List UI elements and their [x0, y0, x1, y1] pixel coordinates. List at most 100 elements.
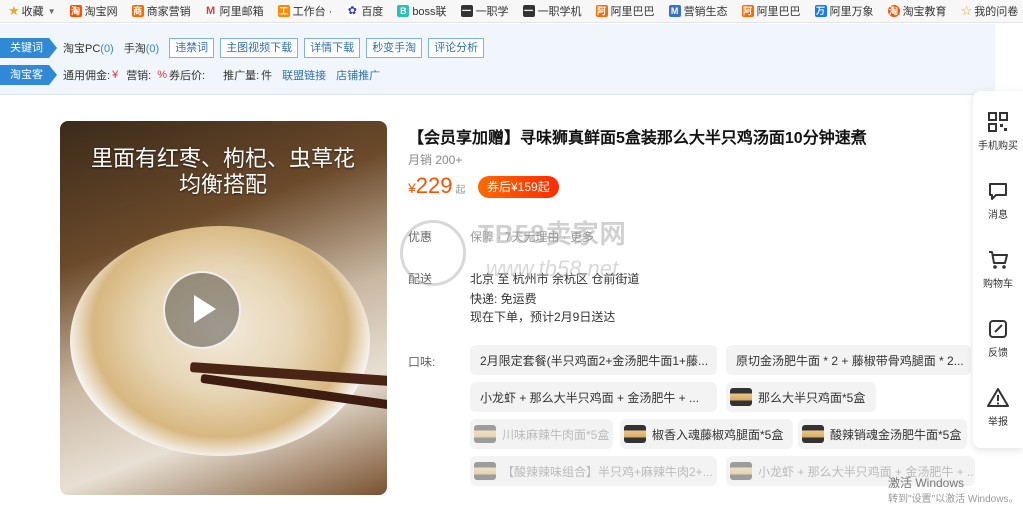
monthly-sales: 月销 200+ — [408, 153, 463, 167]
commission-label: 通用佣金: — [63, 70, 111, 82]
bookmark-label: 阿里万象 — [829, 6, 874, 18]
delivery-eta: 现在下单，预计2月9日送达 — [470, 310, 616, 324]
flavor-option[interactable]: 小龙虾 + 那么大半只鸡面 + 金汤肥牛 + ... — [470, 382, 717, 412]
bookmark-ali-mail[interactable]: M 阿里邮箱 — [204, 3, 264, 19]
sidebar-feedback[interactable]: 反馈 — [973, 318, 1023, 359]
sidebar-label: 消息 — [988, 210, 1008, 221]
flavor-option[interactable]: 椒香入魂藤椒鸡腿面*5盒 — [620, 419, 793, 449]
bookmark-my-survey[interactable]: ☆ 我的问卷 — [961, 3, 1019, 19]
bookmark-alibaba-2[interactable]: 阿阿里巴巴 — [741, 3, 801, 19]
play-button[interactable] — [163, 271, 241, 349]
flavor-option[interactable]: 原切金汤肥牛面 * 2 + 藤椒带骨鸡腿面 * 2... — [726, 345, 971, 375]
benefit-text[interactable]: 保障 · 7天无理由 · 更多 — [470, 228, 594, 245]
product-video[interactable]: 里面有红枣、枸杞、虫草花 均衡搭配 — [60, 121, 387, 495]
chevron-down-icon[interactable]: ▼ — [48, 7, 56, 16]
bookmark-yizhixue-2[interactable]: 一一职学机 — [522, 3, 582, 19]
sidebar-label: 手机购买 — [978, 141, 1018, 152]
seller-plugin-panel: 关键词 淘宝PC(0) 手淘(0) 违禁词 主图视频下载 详情下载 秒变手淘 评… — [0, 24, 995, 95]
flavor-option[interactable]: 2月限定套餐(半只鸡面2+金汤肥牛面1+藤... — [470, 345, 717, 375]
cart-icon — [989, 251, 1008, 269]
yizhixue-icon: 一 — [460, 5, 473, 17]
alliance-link[interactable]: 联盟链接 — [282, 67, 326, 83]
shoutao-link[interactable]: 手淘(0) — [124, 40, 159, 56]
video-caption: 里面有红枣、枸杞、虫草花 均衡搭配 — [90, 147, 355, 198]
bookmark-label: 阿里邮箱 — [219, 6, 264, 18]
taoke-tag: 淘宝客 — [0, 65, 57, 85]
shop-promotion-link[interactable]: 店铺推广 — [336, 67, 380, 83]
shipping-route[interactable]: 北京 至 杭州市 余杭区 仓前街道 — [470, 270, 639, 287]
bookmark-yizhixue[interactable]: 一一职学 — [460, 3, 509, 19]
windows-activation-title: 激活 Windows — [888, 476, 965, 490]
bookmark-label: 工作台 · — [292, 6, 333, 18]
bookmarks-bar: ★ 收藏 ▼ 淘淘宝网 商商家营销 M 阿里邮箱 工工作台 · ✿ 百度 Bboss… — [0, 0, 1023, 23]
option-text: 椒香入魂藤椒鸡腿面*5盒 — [652, 427, 784, 442]
marketing-icon: M — [668, 5, 681, 17]
taobao-pc-count: (0) — [100, 43, 114, 55]
store-icon: 商 — [131, 5, 144, 17]
flavor-option[interactable]: 酸辣销魂金汤肥牛面*5盒 — [798, 419, 967, 449]
flavor-option[interactable]: 那么大半只鸡面*5盒 — [726, 382, 876, 412]
detail-download-button[interactable]: 详情下载 — [304, 38, 361, 58]
message-icon — [989, 183, 1007, 200]
sidebar-label: 反馈 — [988, 348, 1008, 359]
bookmark-label: 百度 — [361, 6, 384, 18]
price-value: 229 — [415, 173, 453, 198]
sidebar-message[interactable]: 消息 — [973, 180, 1023, 221]
review-analysis-button[interactable]: 评论分析 — [428, 38, 485, 58]
option-thumbnail — [474, 462, 496, 480]
bookmark-label: 商家营销 — [146, 6, 191, 18]
price-currency: ¥ — [408, 180, 416, 196]
qrcode-icon — [988, 112, 1008, 132]
option-text: 【酸辣辣味组合】半只鸡+麻辣牛肉2+... — [502, 464, 713, 479]
bookmark-label: 一职学机 — [537, 6, 582, 18]
alibaba-icon: 阿 — [595, 5, 608, 17]
bookmark-taobao-edu[interactable]: 淘淘宝教育 — [887, 3, 947, 19]
mail-icon: M — [204, 5, 217, 17]
warning-icon — [987, 388, 1009, 407]
banned-words-button[interactable]: 违禁词 — [169, 38, 215, 58]
taobao-pc-label: 淘宝PC — [63, 43, 101, 55]
flavor-option-disabled: 川味麻辣牛肉面*5盒 — [470, 419, 613, 449]
coupon-price-badge[interactable]: 券后¥159起 — [478, 176, 559, 198]
sidebar-mobile-buy[interactable]: 手机购买 — [973, 111, 1023, 152]
shoutao-label: 手淘 — [123, 43, 146, 55]
edit-icon — [989, 320, 1007, 338]
sidebar-report[interactable]: 举报 — [973, 387, 1023, 428]
floating-sidebar: 手机购买 消息 购物车 反馈 举报 — [973, 91, 1023, 448]
option-thumbnail — [730, 462, 752, 480]
sidebar-label: 购物车 — [983, 279, 1013, 290]
express-fee: 快递: 免运费 — [470, 292, 537, 306]
benefit-label: 优惠 — [408, 230, 433, 244]
bookmark-ali-wanxiang[interactable]: 万阿里万象 — [814, 3, 874, 19]
bookmark-baidu[interactable]: ✿ 百度 — [346, 3, 383, 19]
main-video-download-button[interactable]: 主图视频下载 — [220, 38, 299, 58]
flavor-option-disabled: 【酸辣辣味组合】半只鸡+麻辣牛肉2+... — [470, 456, 717, 486]
to-mobile-taobao-button[interactable]: 秒变手淘 — [366, 38, 423, 58]
bookmark-label: 阿里巴巴 — [610, 6, 655, 18]
bookmark-boss[interactable]: Bboss联 — [397, 3, 447, 19]
commission-value: ¥ — [112, 69, 119, 81]
bookmark-marketing-eco[interactable]: M 营销生态 — [668, 3, 728, 19]
star-icon: ★ — [8, 3, 20, 18]
bookmark-merchant-marketing[interactable]: 商商家营销 — [131, 3, 191, 19]
bookmark-taobao[interactable]: 淘淘宝网 — [69, 3, 118, 19]
sidebar-cart[interactable]: 购物车 — [973, 249, 1023, 290]
bookmark-alibaba[interactable]: 阿阿里巴巴 — [595, 3, 655, 19]
flavor-label: 口味: — [408, 355, 436, 369]
bookmark-label: 营销生态 — [683, 6, 728, 18]
option-text: 那么大半只鸡面*5盒 — [758, 390, 866, 405]
taobao-pc-link[interactable]: 淘宝PC(0) — [63, 40, 114, 56]
baidu-paw-icon: ✿ — [346, 5, 359, 17]
bookmark-favorites[interactable]: ★ 收藏 ▼ — [8, 3, 56, 19]
option-text: 原切金汤肥牛面 * 2 + 藤椒带骨鸡腿面 * 2... — [736, 353, 964, 368]
option-thumbnail — [730, 388, 752, 406]
product-title: 【会员享加赠】寻味狮真鲜面5盒装那么大半只鸡汤面10分钟速煮 — [408, 130, 867, 147]
sidebar-label: 举报 — [988, 417, 1008, 428]
bookmark-label: 我的问卷 — [974, 6, 1019, 18]
yizhixue-icon: 一 — [522, 5, 535, 17]
option-thumbnail — [624, 425, 646, 443]
workbench-icon: 工 — [277, 5, 290, 17]
alibaba-icon: 阿 — [741, 5, 754, 17]
bookmark-workbench[interactable]: 工工作台 · — [277, 3, 333, 19]
bookmark-label: 收藏 — [21, 6, 44, 18]
